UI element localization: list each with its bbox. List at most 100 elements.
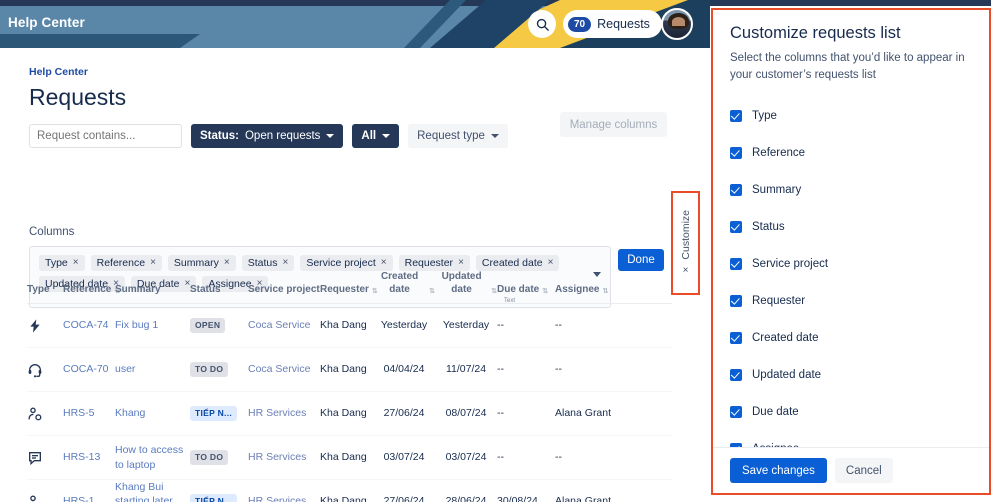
table-header-status: Status xyxy=(190,284,248,297)
panel-option-summary[interactable]: Summary xyxy=(730,171,972,208)
panel-option-label: Reference xyxy=(752,147,805,159)
status-filter-dropdown[interactable]: Status: Open requests xyxy=(191,124,343,148)
search-input[interactable] xyxy=(37,130,191,142)
request-type-filter-dropdown[interactable]: Request type xyxy=(408,124,508,148)
table-header-requester[interactable]: Requester⇅ xyxy=(320,284,373,297)
column-chip[interactable]: Reference × xyxy=(91,255,162,271)
search-input-wrapper[interactable] xyxy=(29,124,182,148)
panel-option-created-date[interactable]: Created date xyxy=(730,319,972,356)
table-row[interactable]: COCA-74Fix bug 1OPENCoca ServiceKha Dang… xyxy=(27,304,672,348)
scope-filter-dropdown[interactable]: All xyxy=(352,124,399,148)
checkbox-checked-icon[interactable] xyxy=(730,110,742,122)
checkbox-checked-icon[interactable] xyxy=(730,258,742,270)
panel-option-service-project[interactable]: Service project xyxy=(730,245,972,282)
panel-option-due-date[interactable]: Due date xyxy=(730,393,972,430)
table-header-reference[interactable]: Reference⇅ xyxy=(63,284,115,297)
manage-columns-button[interactable]: Manage columns xyxy=(560,112,667,137)
panel-option-label: Summary xyxy=(752,184,801,196)
remove-chip-icon[interactable]: × xyxy=(150,258,156,268)
remove-chip-icon[interactable]: × xyxy=(458,258,464,268)
column-chip[interactable]: Requester× xyxy=(399,255,470,271)
breadcrumb[interactable]: Help Center xyxy=(29,66,88,78)
done-button[interactable]: Done xyxy=(618,249,664,271)
sort-icon[interactable]: ⇅ xyxy=(602,288,608,296)
panel-option-label: Updated date xyxy=(752,369,821,381)
cancel-button[interactable]: Cancel xyxy=(835,458,893,483)
chevron-down-icon xyxy=(491,134,499,138)
requests-pill-button[interactable]: 70 Requests xyxy=(563,10,662,38)
checkbox-checked-icon[interactable] xyxy=(730,147,742,159)
panel-option-status[interactable]: Status xyxy=(730,208,972,245)
cell-reference[interactable]: HRS-5 xyxy=(63,406,115,420)
cell-reference[interactable]: COCA-74 xyxy=(63,318,115,332)
cell-type xyxy=(27,318,63,334)
table-body: COCA-74Fix bug 1OPENCoca ServiceKha Dang… xyxy=(27,304,672,502)
checkbox-checked-icon[interactable] xyxy=(730,221,742,233)
save-changes-button[interactable]: Save changes xyxy=(730,458,827,483)
chevron-down-icon xyxy=(326,134,334,138)
cell-requester: Kha Dang xyxy=(320,362,373,376)
column-chip[interactable]: Status× xyxy=(242,255,295,271)
column-chip-label: Reference xyxy=(97,257,145,269)
table-row[interactable]: HRS-5KhangTIẾP N...HR ServicesKha Dang27… xyxy=(27,392,672,436)
remove-chip-icon[interactable]: × xyxy=(381,258,387,268)
cell-summary[interactable]: How to access to laptop xyxy=(115,443,190,471)
cell-summary[interactable]: Khang xyxy=(115,406,190,420)
panel-option-type[interactable]: Type xyxy=(730,97,972,134)
column-chip[interactable]: Type× xyxy=(39,255,85,271)
close-icon[interactable]: × xyxy=(683,265,689,276)
column-chip[interactable]: Summary × xyxy=(168,255,236,271)
sort-icon[interactable]: ⇅ xyxy=(542,288,548,296)
cell-summary[interactable]: user xyxy=(115,362,190,376)
status-filter-prefix: Status: xyxy=(200,130,239,142)
table-row[interactable]: HRS-1Khang Bui starting later this month… xyxy=(27,480,672,502)
checkbox-checked-icon[interactable] xyxy=(730,332,742,344)
column-chip[interactable]: Service project× xyxy=(300,255,392,271)
remove-chip-icon[interactable]: × xyxy=(73,258,79,268)
cell-summary[interactable]: Fix bug 1 xyxy=(115,318,190,332)
table-row[interactable]: COCA-70userTO DOCoca ServiceKha Dang04/0… xyxy=(27,348,672,392)
panel-option-requester[interactable]: Requester xyxy=(730,282,972,319)
cell-created-date: 03/07/24 xyxy=(373,450,435,464)
remove-chip-icon[interactable]: × xyxy=(548,258,554,268)
cell-reference[interactable]: HRS-1 xyxy=(63,494,115,502)
table-header-assignee[interactable]: Assignee⇅ xyxy=(555,284,615,297)
table-header-label: Status xyxy=(190,284,221,297)
customize-side-tab[interactable]: Customize × xyxy=(671,191,700,295)
cell-updated-date: 28/06/24 xyxy=(435,494,497,502)
cell-reference[interactable]: COCA-70 xyxy=(63,362,115,376)
avatar[interactable] xyxy=(661,8,693,40)
panel-title: Customize requests list xyxy=(730,24,972,43)
checkbox-checked-icon[interactable] xyxy=(730,443,742,447)
table-header-created-date[interactable]: Created date⇅ xyxy=(373,271,435,296)
remove-chip-icon[interactable]: × xyxy=(282,258,288,268)
search-icon-button[interactable] xyxy=(528,10,556,38)
table-row[interactable]: HRS-13How to access to laptopTO DOHR Ser… xyxy=(27,436,672,480)
panel-option-label: Service project xyxy=(752,258,828,270)
cell-updated-date: Yesterday xyxy=(435,318,497,332)
panel-option-reference[interactable]: Reference xyxy=(730,134,972,171)
requests-count-badge: 70 xyxy=(568,17,591,32)
checkbox-checked-icon[interactable] xyxy=(730,184,742,196)
checkbox-checked-icon[interactable] xyxy=(730,406,742,418)
column-chip-label: Summary xyxy=(174,257,219,269)
cell-summary[interactable]: Khang Bui starting later this month xyxy=(115,480,190,502)
chevron-down-icon xyxy=(382,134,390,138)
cell-due-date: -- xyxy=(497,318,555,332)
panel-option-assignee[interactable]: Assignee xyxy=(730,430,972,447)
table-header-type: Type xyxy=(27,284,63,297)
table-header-due-date[interactable]: Due date⇅ xyxy=(497,284,555,297)
checkbox-checked-icon[interactable] xyxy=(730,295,742,307)
panel-option-label: Created date xyxy=(752,332,819,344)
checkbox-checked-icon[interactable] xyxy=(730,369,742,381)
remove-chip-icon[interactable]: × xyxy=(224,258,230,268)
cell-reference[interactable]: HRS-13 xyxy=(63,450,115,464)
cell-assignee: -- xyxy=(555,318,615,332)
cell-created-date: 04/04/24 xyxy=(373,362,435,376)
panel-options-list: Type Reference Summary Status Service projec… xyxy=(713,83,989,447)
right-gutter xyxy=(991,0,999,502)
panel-option-updated-date[interactable]: Updated date xyxy=(730,356,972,393)
status-filter-value: Open requests xyxy=(245,130,320,142)
table-header-updated-date[interactable]: Updated date⇅ xyxy=(435,271,497,296)
column-chip[interactable]: Created date× xyxy=(476,255,560,271)
